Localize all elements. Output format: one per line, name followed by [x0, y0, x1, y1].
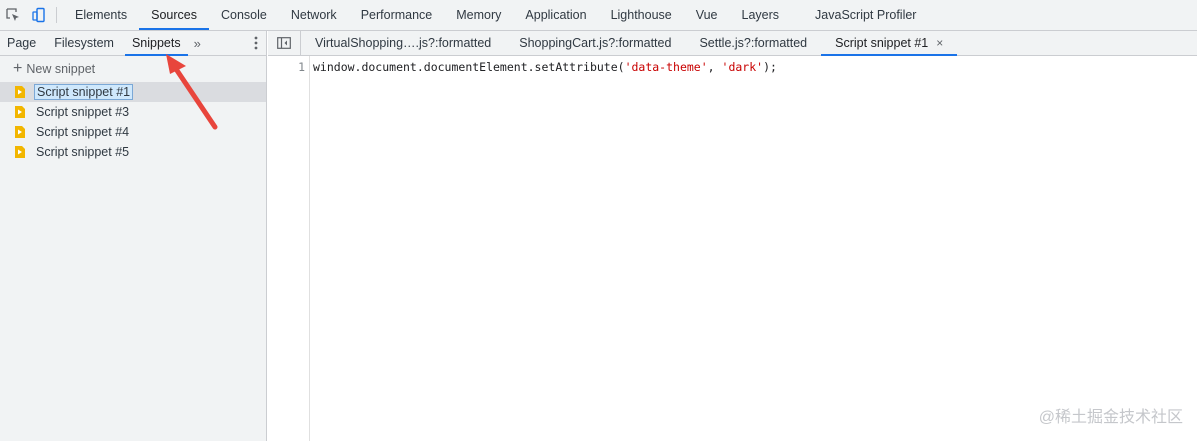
device-toolbar-icon[interactable]: [26, 0, 52, 30]
snippet-file-icon: [15, 86, 25, 98]
tab-page[interactable]: Page: [0, 31, 43, 55]
tab-performance[interactable]: Performance: [349, 0, 445, 30]
tab-application[interactable]: Application: [513, 0, 598, 30]
line-number: 1: [298, 60, 305, 74]
tab-elements[interactable]: Elements: [63, 0, 139, 30]
devtools-main-toolbar: Elements Sources Console Network Perform…: [0, 0, 1197, 31]
inspect-element-icon[interactable]: [0, 0, 26, 30]
editor-tab-virtualshopping[interactable]: VirtualShopping….js?:formatted: [301, 31, 505, 55]
snippet-item[interactable]: Script snippet #3: [0, 102, 266, 122]
tab-console[interactable]: Console: [209, 0, 279, 30]
toolbar-divider: [56, 7, 57, 23]
snippet-item[interactable]: Script snippet #1: [0, 82, 266, 102]
snippet-file-icon: [15, 106, 25, 118]
tab-lighthouse[interactable]: Lighthouse: [599, 0, 684, 30]
snippet-file-icon: [15, 126, 25, 138]
snippet-file-icon: [15, 146, 25, 158]
code-prefix: window.document.documentElement.setAttri…: [313, 60, 625, 74]
plus-icon: +: [13, 60, 23, 77]
code-line[interactable]: window.document.documentElement.setAttri…: [313, 60, 777, 74]
tab-vue[interactable]: Vue: [684, 0, 730, 30]
new-snippet-label: New snippet: [26, 62, 96, 76]
editor-tab-script-snippet-1[interactable]: Script snippet #1 ×: [821, 31, 958, 56]
kebab-menu-icon[interactable]: [254, 31, 258, 55]
snippet-label: Script snippet #3: [36, 105, 130, 119]
tab-filesystem[interactable]: Filesystem: [43, 31, 121, 55]
navigator-tabs: Page Filesystem Snippets »: [0, 31, 266, 56]
code-editor[interactable]: 1 window.document.documentElement.setAtt…: [268, 56, 1197, 441]
watermark: @稀土掘金技术社区: [1038, 409, 1183, 426]
snippet-item[interactable]: Script snippet #4: [0, 122, 266, 142]
close-icon[interactable]: ×: [936, 36, 943, 50]
snippet-label: Script snippet #5: [36, 145, 130, 159]
editor-tab-shoppingcart[interactable]: ShoppingCart.js?:formatted: [505, 31, 685, 55]
new-snippet-button[interactable]: + New snippet: [0, 56, 266, 82]
sources-navigator: Page Filesystem Snippets » + New snippet…: [0, 31, 267, 441]
tab-layers[interactable]: Layers: [730, 0, 792, 30]
snippet-label: Script snippet #1: [34, 84, 134, 100]
tab-javascript-profiler[interactable]: JavaScript Profiler: [791, 0, 928, 30]
code-string-arg: 'data-theme': [624, 60, 708, 74]
code-string-arg: 'dark': [721, 60, 764, 74]
code-separator: ,: [707, 60, 722, 74]
editor-tab-strip: VirtualShopping….js?:formatted ShoppingC…: [268, 31, 1197, 56]
line-gutter: 1: [268, 56, 310, 441]
tab-sources[interactable]: Sources: [139, 0, 209, 30]
annotation-arrow-icon: [166, 54, 218, 130]
editor-tab-settle[interactable]: Settle.js?:formatted: [685, 31, 821, 55]
snippet-label: Script snippet #4: [36, 125, 130, 139]
snippet-item[interactable]: Script snippet #5: [0, 142, 266, 162]
tab-network[interactable]: Network: [279, 0, 349, 30]
toggle-navigator-icon[interactable]: [268, 31, 301, 55]
tab-memory[interactable]: Memory: [444, 0, 513, 30]
snippet-list: Script snippet #1 Script snippet #3 Scri…: [0, 82, 266, 162]
editor-tab-label: Script snippet #1: [835, 36, 929, 50]
code-suffix: );: [763, 60, 777, 74]
